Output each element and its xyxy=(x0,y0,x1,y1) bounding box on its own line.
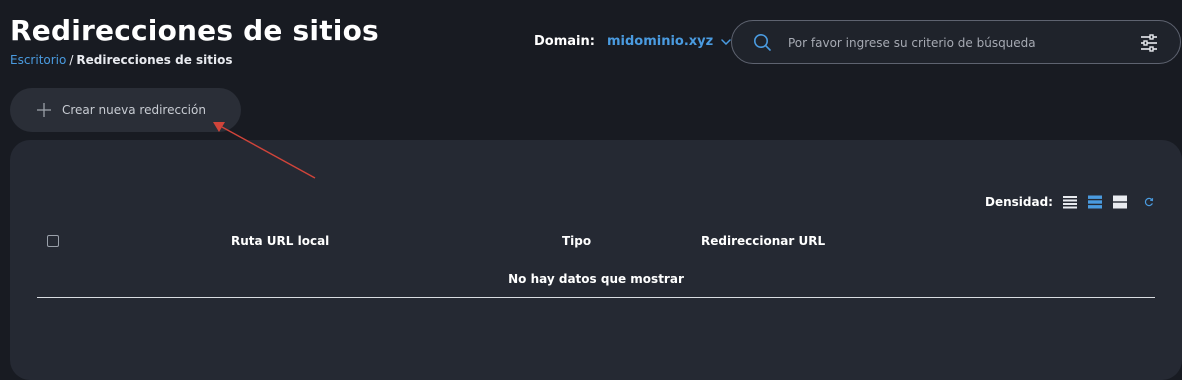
breadcrumb-separator: / xyxy=(69,53,74,67)
plus-icon xyxy=(37,103,51,117)
domain-dropdown[interactable]: midominio.xyz xyxy=(607,34,731,49)
density-comfortable-icon[interactable] xyxy=(1112,195,1127,209)
density-control: Densidad: xyxy=(985,195,1154,209)
search-icon xyxy=(754,34,771,51)
table-divider xyxy=(37,297,1155,298)
search-input[interactable] xyxy=(786,21,1120,65)
create-redirect-label: Crear nueva redirección xyxy=(62,103,206,117)
domain-value: midominio.xyz xyxy=(606,34,714,49)
chevron-down-icon xyxy=(721,38,731,45)
domain-label: Domain: xyxy=(534,34,595,49)
redirects-table-card: Densidad: Ruta URL local Tipo Redireccio… xyxy=(10,140,1182,380)
breadcrumb: Escritorio / Redirecciones de sitios xyxy=(10,53,233,67)
breadcrumb-current: Redirecciones de sitios xyxy=(76,53,233,67)
refresh-icon[interactable] xyxy=(1144,197,1154,207)
filter-sliders-icon[interactable] xyxy=(1139,33,1159,53)
page-title: Redirecciones de sitios xyxy=(10,14,379,47)
domain-selector-group: Domain: midominio.xyz xyxy=(534,34,731,49)
density-compact-icon[interactable] xyxy=(1062,195,1077,209)
empty-table-message: No hay datos que mostrar xyxy=(508,272,684,286)
breadcrumb-link-home[interactable]: Escritorio xyxy=(10,53,66,67)
density-label: Densidad: xyxy=(985,195,1053,209)
create-redirect-button[interactable]: Crear nueva redirección xyxy=(10,88,241,132)
column-header-type[interactable]: Tipo xyxy=(562,234,591,248)
column-header-redirect-url[interactable]: Redireccionar URL xyxy=(701,234,825,248)
search-bar xyxy=(731,20,1181,65)
select-all-checkbox[interactable] xyxy=(47,235,59,247)
density-default-icon[interactable] xyxy=(1087,195,1102,209)
column-header-local-url[interactable]: Ruta URL local xyxy=(231,234,329,248)
